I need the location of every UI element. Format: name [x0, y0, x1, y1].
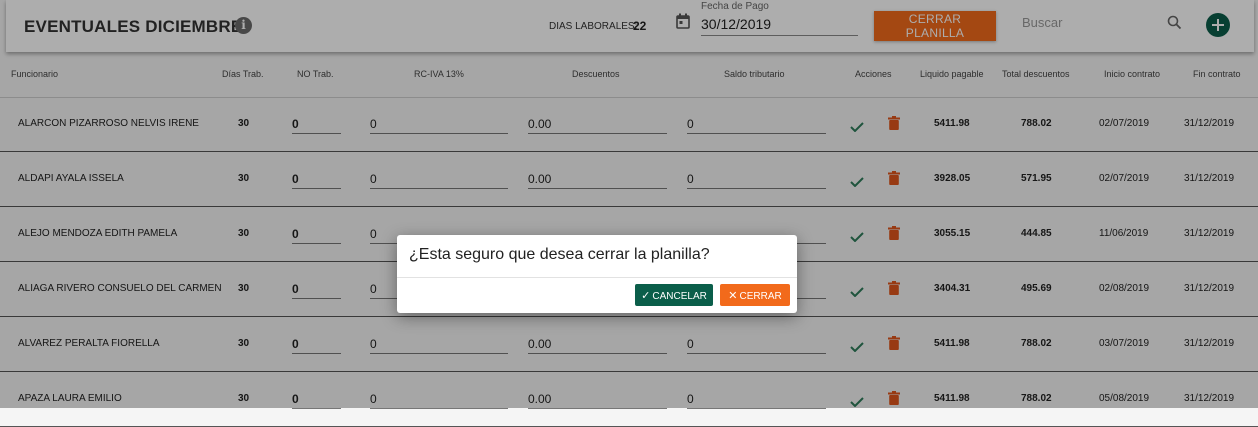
confirm-close-button[interactable]: ✕ CERRAR — [720, 284, 790, 306]
cancel-button[interactable]: ✓ CANCELAR — [635, 284, 713, 306]
modal-backdrop[interactable] — [0, 0, 1258, 408]
confirm-dialog: ¿Esta seguro que desea cerrar la planill… — [397, 235, 797, 313]
check-icon: ✓ — [641, 289, 651, 302]
confirm-close-button-label: CERRAR — [739, 290, 782, 302]
cancel-button-label: CANCELAR — [652, 290, 707, 302]
divider — [397, 277, 797, 278]
dialog-message: ¿Esta seguro que desea cerrar la planill… — [409, 246, 710, 263]
close-icon: ✕ — [728, 289, 738, 302]
